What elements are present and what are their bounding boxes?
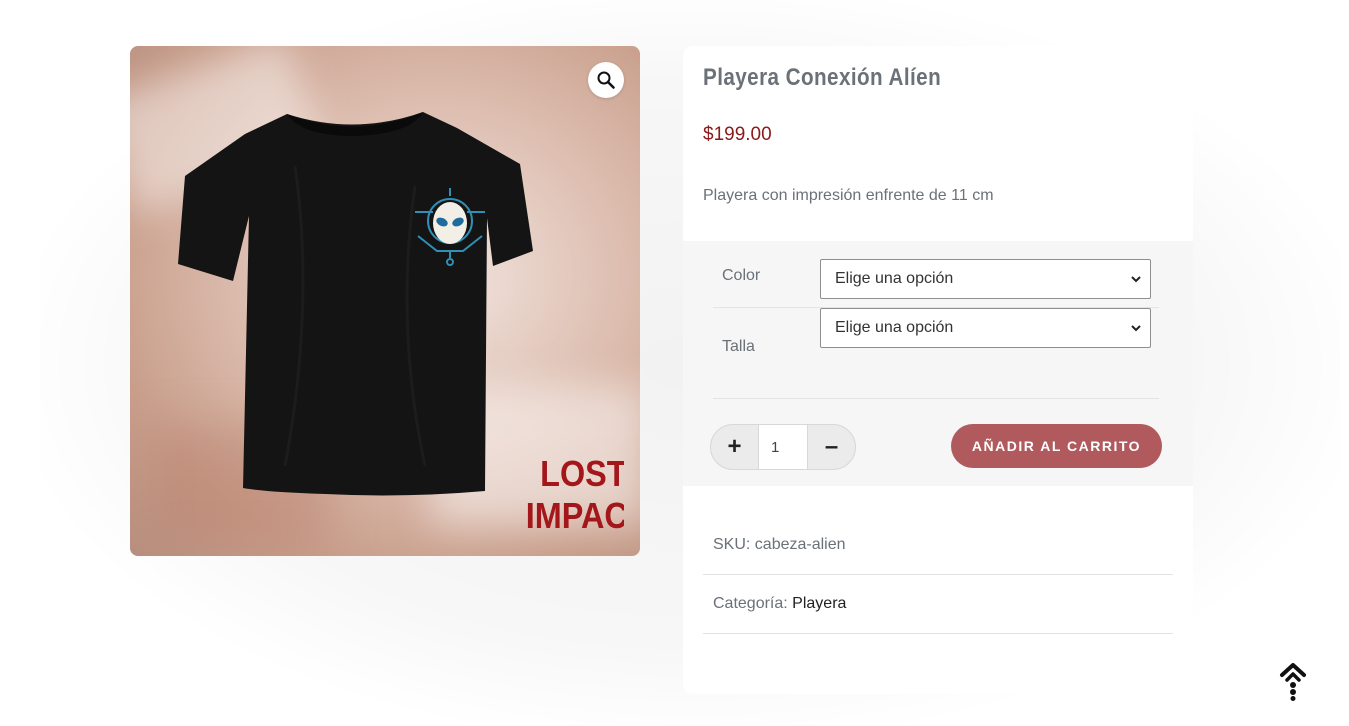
chevron-down-icon	[1131, 276, 1141, 283]
color-select[interactable]: Elige una opción	[820, 259, 1151, 299]
color-select-value: Elige una opción	[835, 270, 954, 287]
add-to-cart-button[interactable]: AÑADIR AL CARRITO	[951, 424, 1162, 468]
category-link[interactable]: Playera	[792, 595, 846, 612]
quantity-stepper: + 1 –	[710, 424, 856, 470]
talla-select[interactable]: Elige una opción	[820, 308, 1151, 348]
svg-text:IMPACT: IMPACT	[526, 496, 624, 536]
chevron-down-icon	[1131, 325, 1141, 332]
product-title: Playera Conexión Alíen	[703, 64, 942, 91]
product-summary: Playera Conexión Alíen $199.00 Playera c…	[683, 46, 1193, 694]
color-label: Color	[722, 267, 761, 284]
magnifier-icon	[597, 71, 615, 89]
talla-label: Talla	[722, 338, 755, 355]
product-image[interactable]: LOST IMPACT	[130, 46, 640, 556]
variation-row-color: Color Elige una opción	[713, 249, 1159, 308]
zoom-button[interactable]	[588, 62, 624, 98]
product-price: $199.00	[703, 124, 772, 145]
variations-form: Color Elige una opción Talla Elige una o…	[683, 241, 1193, 486]
sku-value: cabeza-alien	[754, 536, 846, 553]
sku-row: SKU: cabeza-alien	[703, 516, 1173, 575]
quantity-minus-button[interactable]: –	[808, 425, 855, 469]
category-row: Categoría: Playera	[703, 575, 1173, 634]
lost-impact-logo: LOST IMPACT	[526, 454, 624, 536]
quantity-plus-button[interactable]: +	[711, 425, 758, 469]
category-label: Categoría:	[713, 595, 788, 612]
variation-row-talla: Talla Elige una opción	[713, 308, 1159, 399]
product-description: Playera con impresión enfrente de 11 cm	[703, 187, 994, 204]
talla-select-value: Elige una opción	[835, 319, 954, 336]
svg-text:LOST: LOST	[540, 454, 624, 494]
scroll-to-top-icon[interactable]	[1279, 663, 1307, 701]
quantity-input[interactable]: 1	[758, 425, 808, 469]
tshirt-image	[178, 112, 533, 496]
sku-label: SKU:	[713, 536, 751, 553]
